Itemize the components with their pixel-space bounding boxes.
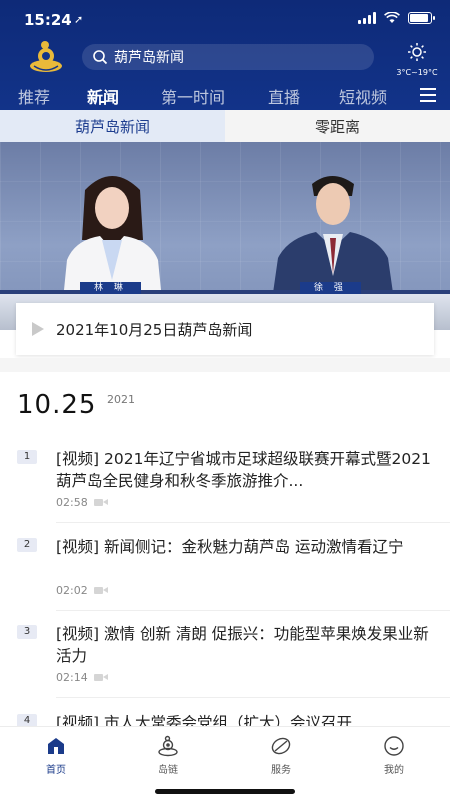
search-text: 葫芦岛新闻 — [114, 50, 184, 66]
tab-live[interactable]: 直播 — [268, 84, 300, 108]
nav-label: 我的 — [384, 765, 404, 776]
status-bar: 15:24 ➚ — [0, 0, 450, 40]
anchor-right-figure — [272, 176, 394, 300]
news-duration: 02:14 — [56, 671, 88, 684]
news-title: [视频] 2021年辽宁省城市足球超级联赛开幕式暨2021葫芦岛全民健身和秋冬季… — [56, 450, 431, 490]
news-meta: 02:14 — [56, 671, 108, 684]
tab-first-time[interactable]: 第一时间 — [161, 84, 225, 108]
profile-icon — [384, 736, 404, 756]
news-separator — [56, 522, 450, 523]
home-indicator — [155, 789, 295, 794]
home-icon — [48, 738, 64, 754]
nav-label: 首页 — [46, 765, 66, 776]
tab-recommend[interactable]: 推荐 — [18, 84, 50, 108]
island-logo-icon — [158, 735, 178, 757]
anchor-left-nametag: 林 琳 — [80, 282, 141, 294]
app-header: 15:24 ➚ 葫芦岛新闻 3°C~19°C 推荐 新闻 第一时间 直播 短视频 — [0, 0, 450, 110]
news-title: [视频] 激情 创新 清朗 促振兴：功能型苹果焕发果业新活力 — [56, 625, 429, 665]
location-arrow-icon: ➚ — [74, 13, 84, 26]
video-caption: 2021年10月25日葫芦岛新闻 — [56, 320, 253, 339]
sub-tabs: 葫芦岛新闻 零距离 — [0, 110, 450, 142]
news-index: 2 — [17, 538, 37, 552]
video-camera-icon — [93, 673, 108, 682]
news-index: 1 — [17, 450, 37, 464]
category-tabs: 推荐 新闻 第一时间 直播 短视频 — [0, 80, 450, 110]
nav-label: 服务 — [271, 765, 291, 776]
anchor-left-figure — [63, 176, 162, 300]
sun-icon — [408, 43, 426, 61]
status-icons — [358, 12, 435, 24]
signal-icon — [358, 12, 376, 24]
nav-profile[interactable]: 我的 — [364, 735, 424, 776]
tab-news[interactable]: 新闻 — [87, 84, 119, 108]
video-player[interactable]: 林 琳 徐 强 — [0, 142, 450, 330]
news-duration: 02:02 — [56, 584, 88, 597]
status-time: 15:24 — [24, 11, 72, 29]
play-icon — [32, 322, 44, 336]
news-meta: 02:02 — [56, 584, 108, 597]
leaf-icon — [271, 737, 291, 755]
nav-label: 岛链 — [158, 765, 178, 776]
tab-short-video[interactable]: 短视频 — [339, 84, 387, 108]
wifi-icon — [384, 12, 400, 23]
news-separator — [56, 697, 450, 698]
news-meta: 02:58 — [56, 496, 108, 509]
anchor-right-nametag: 徐 强 — [300, 282, 361, 294]
subtab-huludao-news[interactable]: 葫芦岛新闻 — [0, 110, 225, 142]
news-index: 3 — [17, 625, 37, 639]
date-day: 10.25 — [17, 390, 97, 420]
tab-active-indicator — [100, 101, 106, 103]
date-year: 2021 — [107, 393, 135, 406]
news-separator — [56, 610, 450, 611]
menu-icon[interactable] — [420, 88, 436, 102]
weather-widget[interactable]: 3°C~19°C — [392, 42, 442, 77]
search-bar[interactable]: 葫芦岛新闻 — [82, 44, 374, 70]
nav-service[interactable]: 服务 — [251, 735, 311, 776]
news-title: [视频] 新闻侧记：金秋魅力葫芦岛 运动激情看辽宁 — [56, 538, 404, 556]
section-divider — [0, 358, 450, 372]
battery-icon — [408, 12, 435, 24]
news-duration: 02:58 — [56, 496, 88, 509]
app-logo-icon[interactable] — [28, 40, 64, 74]
subtab-zero-distance[interactable]: 零距离 — [225, 110, 450, 142]
nav-island[interactable]: 岛链 — [138, 735, 198, 776]
video-camera-icon — [93, 498, 108, 507]
search-icon — [93, 50, 108, 65]
nav-home[interactable]: 首页 — [26, 735, 86, 776]
weather-temp: 3°C~19°C — [396, 68, 438, 77]
video-caption-card[interactable]: 2021年10月25日葫芦岛新闻 — [16, 303, 434, 355]
video-camera-icon — [93, 586, 108, 595]
